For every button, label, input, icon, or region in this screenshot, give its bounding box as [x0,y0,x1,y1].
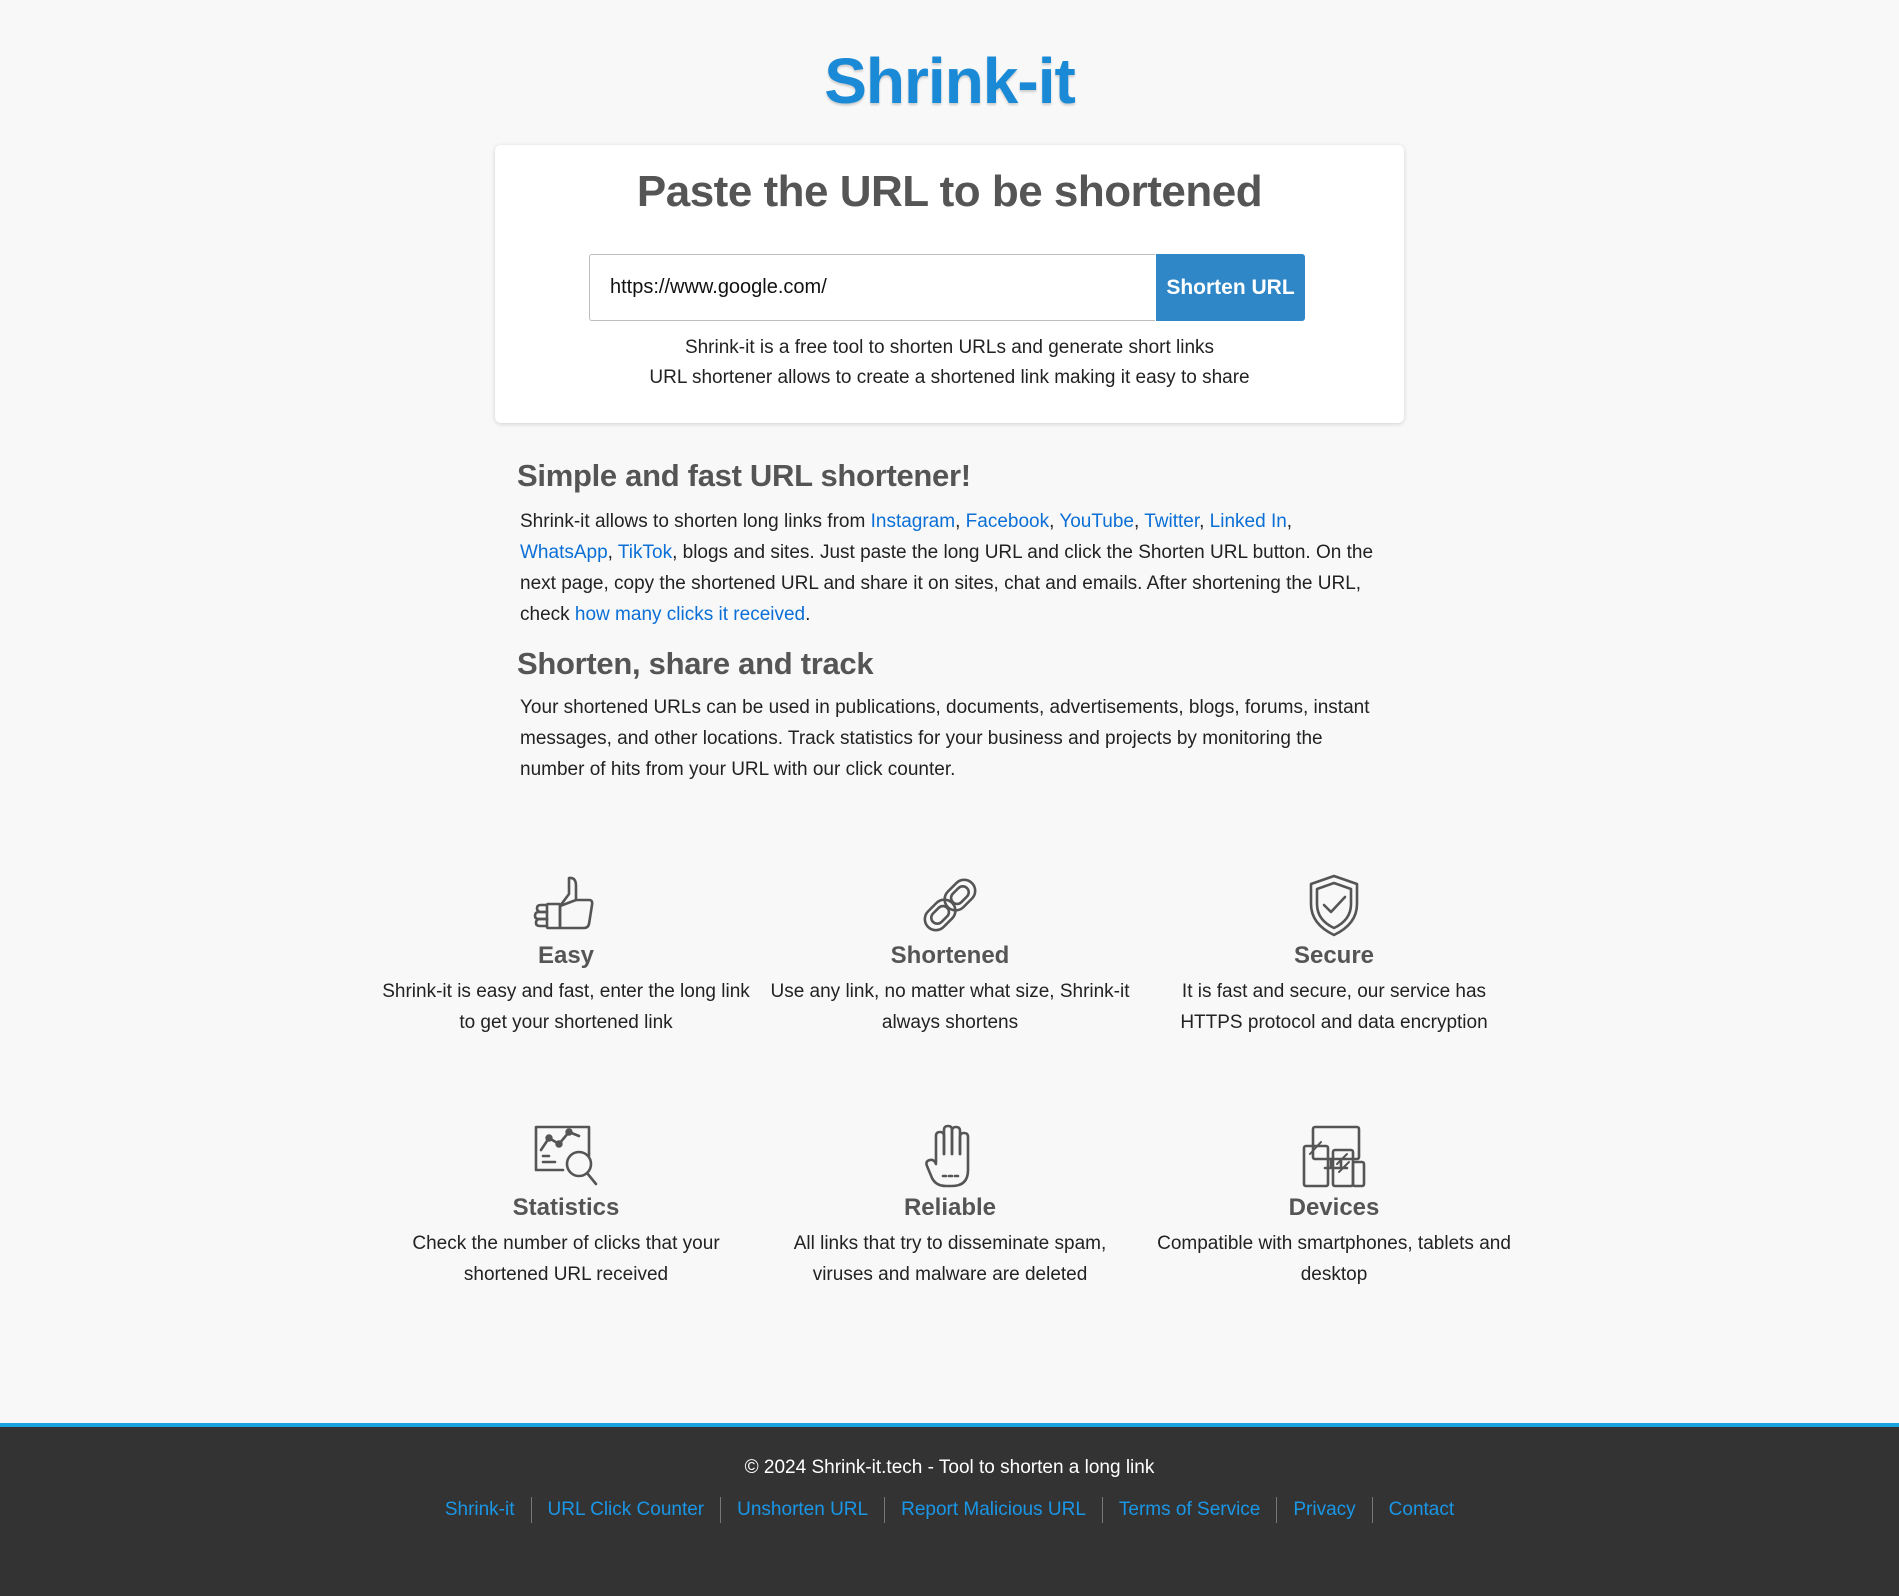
twitter-link[interactable]: Twitter [1144,511,1199,532]
feature-description: Compatible with smartphones, tablets and… [1157,1233,1511,1285]
copyright-text: © 2024 Shrink-it.tech - Tool to shorten … [744,1457,1155,1478]
feature-description: It is fast and secure, our service has H… [1180,981,1488,1033]
hand-stop-icon [765,1124,1135,1190]
card-description-2: URL shortener allows to create a shorten… [649,367,1250,388]
intro-separator: , [1133,511,1145,532]
share-section: Shorten, share and track Your shortened … [517,646,1387,785]
intro-separator: , [1199,511,1210,532]
feature-title: Statistics [512,1194,620,1221]
shorten-url-button[interactable]: Shorten URL [1156,254,1305,321]
feature-devices: Devices Compatible with smartphones, tab… [1149,1124,1519,1290]
share-heading: Shorten, share and track [517,646,874,681]
intro-separator: , [1049,511,1060,532]
intro-text-end: . [805,604,811,625]
devices-icon [1149,1124,1519,1190]
intro-text-start: Shrink-it allows to shorten long links f… [520,511,871,532]
feature-secure: Secure It is fast and secure, our servic… [1149,872,1519,1038]
feature-shortened: Shortened Use any link, no matter what s… [765,872,1135,1038]
tiktok-link[interactable]: TikTok [618,542,672,563]
footer-link-terms-of-service[interactable]: Terms of Service [1101,1497,1276,1523]
footer-link-url-click-counter[interactable]: URL Click Counter [530,1497,721,1523]
youtube-link[interactable]: YouTube [1059,511,1134,532]
linkedin-link[interactable]: Linked In [1210,511,1287,532]
feature-title: Devices [1288,1194,1380,1221]
feature-title: Easy [537,942,595,969]
facebook-link[interactable]: Facebook [966,511,1049,532]
site-logo[interactable]: Shrink-it [0,44,1899,118]
feature-title: Shortened [890,942,1010,969]
whatsapp-link[interactable]: WhatsApp [520,542,608,563]
feature-easy: Easy Shrink-it is easy and fast, enter t… [381,872,751,1038]
footer-link-contact[interactable]: Contact [1371,1497,1470,1523]
feature-title: Reliable [903,1194,997,1221]
share-paragraph: Your shortened URLs can be used in publi… [520,697,1370,780]
footer-link-privacy[interactable]: Privacy [1276,1497,1371,1523]
thumbs-up-icon [381,872,751,938]
instagram-link[interactable]: Instagram [871,511,955,532]
feature-reliable: Reliable All links that try to dissemina… [765,1124,1135,1290]
chart-magnifier-icon [381,1124,751,1190]
feature-statistics: Statistics Check the number of clicks th… [381,1124,751,1290]
intro-separator: , [1286,511,1293,532]
shield-check-icon [1149,872,1519,938]
feature-description: All links that try to disseminate spam, … [793,1233,1107,1285]
clicks-counter-link[interactable]: how many clicks it received [575,604,805,625]
intro-paragraph: Shrink-it allows to shorten long links f… [517,506,1387,630]
intro-separator: , [955,511,966,532]
feature-description: Use any link, no matter what size, Shrin… [770,981,1130,1033]
intro-separator: , [607,542,618,563]
intro-section: Simple and fast URL shortener! Shrink-it… [517,458,1387,630]
site-footer: © 2024 Shrink-it.tech - Tool to shorten … [0,1423,1899,1596]
feature-description: Check the number of clicks that your sho… [412,1233,720,1285]
feature-description: Shrink-it is easy and fast, enter the lo… [382,981,750,1033]
card-title: Paste the URL to be shortened [636,167,1263,216]
footer-link-unshorten-url[interactable]: Unshorten URL [720,1497,884,1523]
footer-nav: Shrink-it URL Click Counter Unshorten URL R… [0,1497,1899,1523]
url-input[interactable] [589,254,1155,321]
feature-title: Secure [1293,942,1375,969]
footer-link-report-malicious-url[interactable]: Report Malicious URL [884,1497,1102,1523]
footer-link-shrink-it[interactable]: Shrink-it [429,1497,531,1523]
chain-link-icon [765,872,1135,938]
card-description-1: Shrink-it is a free tool to shorten URLs… [684,337,1215,358]
intro-heading: Simple and fast URL shortener! [517,458,971,493]
shorten-card: Paste the URL to be shortened Shorten UR… [495,145,1404,423]
